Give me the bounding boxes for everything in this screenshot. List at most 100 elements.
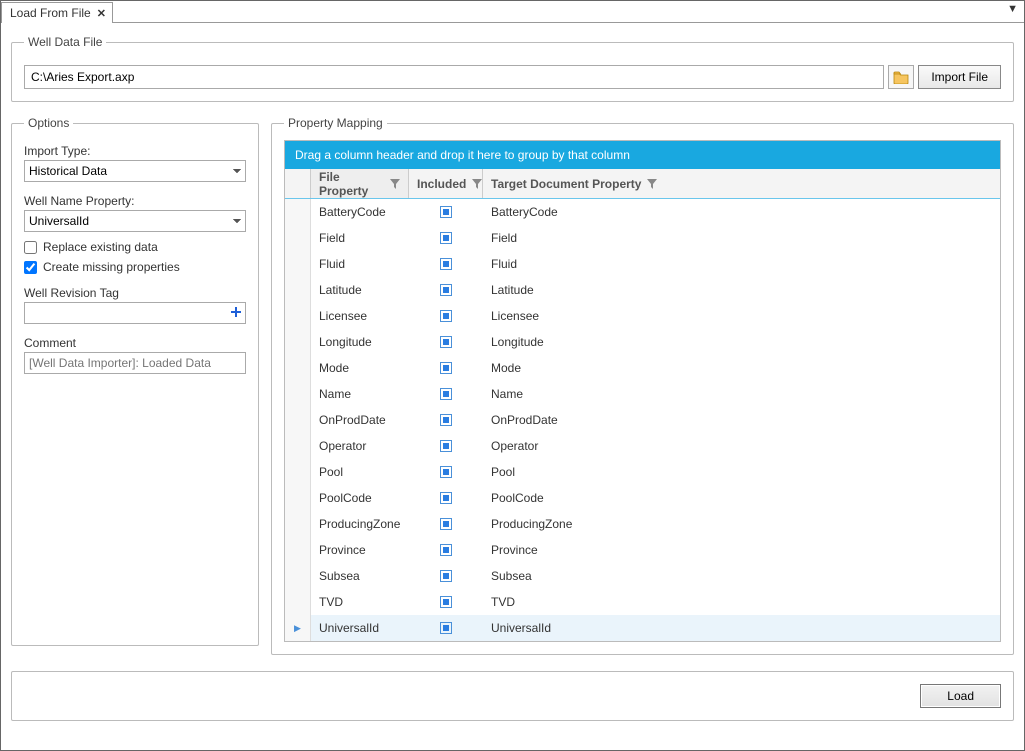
- well-data-file-group: Well Data File Import File: [11, 35, 1014, 102]
- table-row[interactable]: FluidFluid: [285, 251, 1000, 277]
- import-file-button[interactable]: Import File: [918, 65, 1001, 89]
- grid-body: BatteryCodeBatteryCodeFieldFieldFluidFlu…: [285, 199, 1000, 641]
- cell-included[interactable]: [409, 388, 483, 400]
- table-row[interactable]: NameName: [285, 381, 1000, 407]
- checkbox-icon[interactable]: [440, 206, 452, 218]
- cell-included[interactable]: [409, 206, 483, 218]
- checkbox-icon[interactable]: [440, 388, 452, 400]
- options-legend: Options: [24, 116, 73, 130]
- checkbox-icon[interactable]: [440, 440, 452, 452]
- checkbox-icon[interactable]: [440, 596, 452, 608]
- checkbox-icon[interactable]: [440, 414, 452, 426]
- browse-file-button[interactable]: [888, 65, 914, 89]
- cell-included[interactable]: [409, 336, 483, 348]
- cell-included[interactable]: [409, 310, 483, 322]
- table-row[interactable]: LatitudeLatitude: [285, 277, 1000, 303]
- table-row[interactable]: ModeMode: [285, 355, 1000, 381]
- cell-included[interactable]: [409, 232, 483, 244]
- cell-target-document-property: TVD: [483, 595, 1000, 609]
- cell-included[interactable]: [409, 466, 483, 478]
- cell-file-property: Licensee: [311, 309, 409, 323]
- table-row[interactable]: PoolCodePoolCode: [285, 485, 1000, 511]
- table-row[interactable]: LongitudeLongitude: [285, 329, 1000, 355]
- cell-file-property: TVD: [311, 595, 409, 609]
- well-revision-tag-input[interactable]: [24, 302, 246, 324]
- replace-existing-checkbox[interactable]: [24, 241, 37, 254]
- cell-file-property: Field: [311, 231, 409, 245]
- cell-file-property: UniversalId: [311, 621, 409, 635]
- comment-label: Comment: [24, 336, 246, 350]
- column-header-file-property[interactable]: File Property: [311, 169, 409, 198]
- checkbox-icon[interactable]: [440, 544, 452, 556]
- folder-icon: [893, 70, 909, 84]
- column-label: File Property: [319, 170, 384, 198]
- property-mapping-grid: Drag a column header and drop it here to…: [284, 140, 1001, 642]
- cell-target-document-property: UniversalId: [483, 621, 1000, 635]
- cell-included[interactable]: [409, 414, 483, 426]
- well-name-property-label: Well Name Property:: [24, 194, 246, 208]
- table-row[interactable]: SubseaSubsea: [285, 563, 1000, 589]
- table-row[interactable]: ▶UniversalIdUniversalId: [285, 615, 1000, 641]
- checkbox-icon[interactable]: [440, 492, 452, 504]
- checkbox-icon[interactable]: [440, 232, 452, 244]
- row-indicator: [285, 433, 311, 459]
- filter-icon[interactable]: [647, 179, 657, 189]
- filter-icon[interactable]: [472, 179, 482, 189]
- cell-file-property: Latitude: [311, 283, 409, 297]
- row-indicator: [285, 537, 311, 563]
- checkbox-icon[interactable]: [440, 258, 452, 270]
- table-row[interactable]: LicenseeLicensee: [285, 303, 1000, 329]
- checkbox-icon[interactable]: [440, 570, 452, 582]
- checkbox-icon[interactable]: [440, 362, 452, 374]
- tabbar-overflow-icon[interactable]: ▼: [1005, 1, 1020, 17]
- comment-input[interactable]: [24, 352, 246, 374]
- row-indicator: [285, 225, 311, 251]
- grid-header-row: File Property Included Target Document P…: [285, 169, 1000, 199]
- cell-included[interactable]: [409, 544, 483, 556]
- create-missing-label[interactable]: Create missing properties: [43, 260, 180, 274]
- cell-included[interactable]: [409, 570, 483, 582]
- import-type-label: Import Type:: [24, 144, 246, 158]
- table-row[interactable]: OnProdDateOnProdDate: [285, 407, 1000, 433]
- table-row[interactable]: BatteryCodeBatteryCode: [285, 199, 1000, 225]
- row-indicator: [285, 199, 311, 225]
- well-name-property-select[interactable]: UniversalId: [24, 210, 246, 232]
- cell-file-property: BatteryCode: [311, 205, 409, 219]
- row-indicator: [285, 355, 311, 381]
- cell-included[interactable]: [409, 362, 483, 374]
- table-row[interactable]: PoolPool: [285, 459, 1000, 485]
- cell-file-property: OnProdDate: [311, 413, 409, 427]
- file-path-input[interactable]: [24, 65, 884, 89]
- checkbox-icon[interactable]: [440, 466, 452, 478]
- load-button[interactable]: Load: [920, 684, 1001, 708]
- checkbox-icon[interactable]: [440, 622, 452, 634]
- cell-included[interactable]: [409, 518, 483, 530]
- options-group: Options Import Type: Historical Data Wel…: [11, 116, 259, 646]
- cell-included[interactable]: [409, 258, 483, 270]
- checkbox-icon[interactable]: [440, 518, 452, 530]
- table-row[interactable]: FieldField: [285, 225, 1000, 251]
- column-header-target-document-property[interactable]: Target Document Property: [483, 169, 1000, 198]
- table-row[interactable]: ProvinceProvince: [285, 537, 1000, 563]
- table-row[interactable]: TVD TVD: [285, 589, 1000, 615]
- tab-load-from-file[interactable]: Load From File ✕: [1, 2, 113, 23]
- create-missing-checkbox[interactable]: [24, 261, 37, 274]
- close-icon[interactable]: ✕: [97, 7, 106, 20]
- add-revision-tag-icon[interactable]: [228, 304, 244, 320]
- checkbox-icon[interactable]: [440, 284, 452, 296]
- checkbox-icon[interactable]: [440, 310, 452, 322]
- filter-icon[interactable]: [390, 179, 400, 189]
- table-row[interactable]: ProducingZoneProducingZone: [285, 511, 1000, 537]
- cell-included[interactable]: [409, 596, 483, 608]
- cell-included[interactable]: [409, 284, 483, 296]
- cell-included[interactable]: [409, 622, 483, 634]
- cell-included[interactable]: [409, 492, 483, 504]
- import-type-select[interactable]: Historical Data: [24, 160, 246, 182]
- cell-included[interactable]: [409, 440, 483, 452]
- replace-existing-label[interactable]: Replace existing data: [43, 240, 158, 254]
- group-by-bar[interactable]: Drag a column header and drop it here to…: [285, 141, 1000, 169]
- column-header-included[interactable]: Included: [409, 169, 483, 198]
- checkbox-icon[interactable]: [440, 336, 452, 348]
- table-row[interactable]: OperatorOperator: [285, 433, 1000, 459]
- cell-file-property: PoolCode: [311, 491, 409, 505]
